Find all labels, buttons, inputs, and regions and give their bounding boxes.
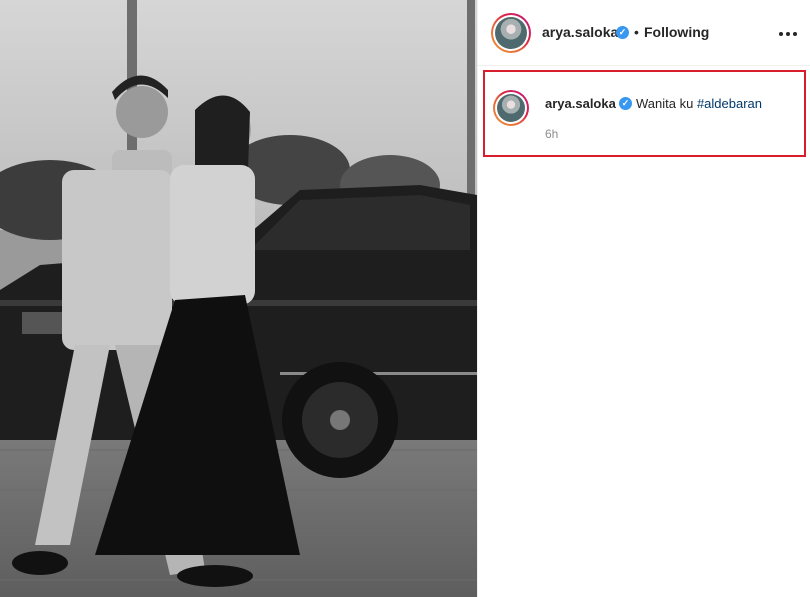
post-image xyxy=(0,0,477,597)
author-avatar[interactable] xyxy=(491,13,531,53)
verified-badge-icon: ✓ xyxy=(616,26,629,39)
caption-highlight-box xyxy=(483,70,806,157)
author-username-link[interactable]: arya.saloka xyxy=(542,24,618,40)
post-photo[interactable] xyxy=(0,0,477,597)
post-header: arya.saloka ✓ • Following xyxy=(478,0,810,66)
following-button[interactable]: Following xyxy=(644,24,709,40)
more-options-icon[interactable] xyxy=(779,32,797,36)
separator-dot: • xyxy=(634,24,639,40)
